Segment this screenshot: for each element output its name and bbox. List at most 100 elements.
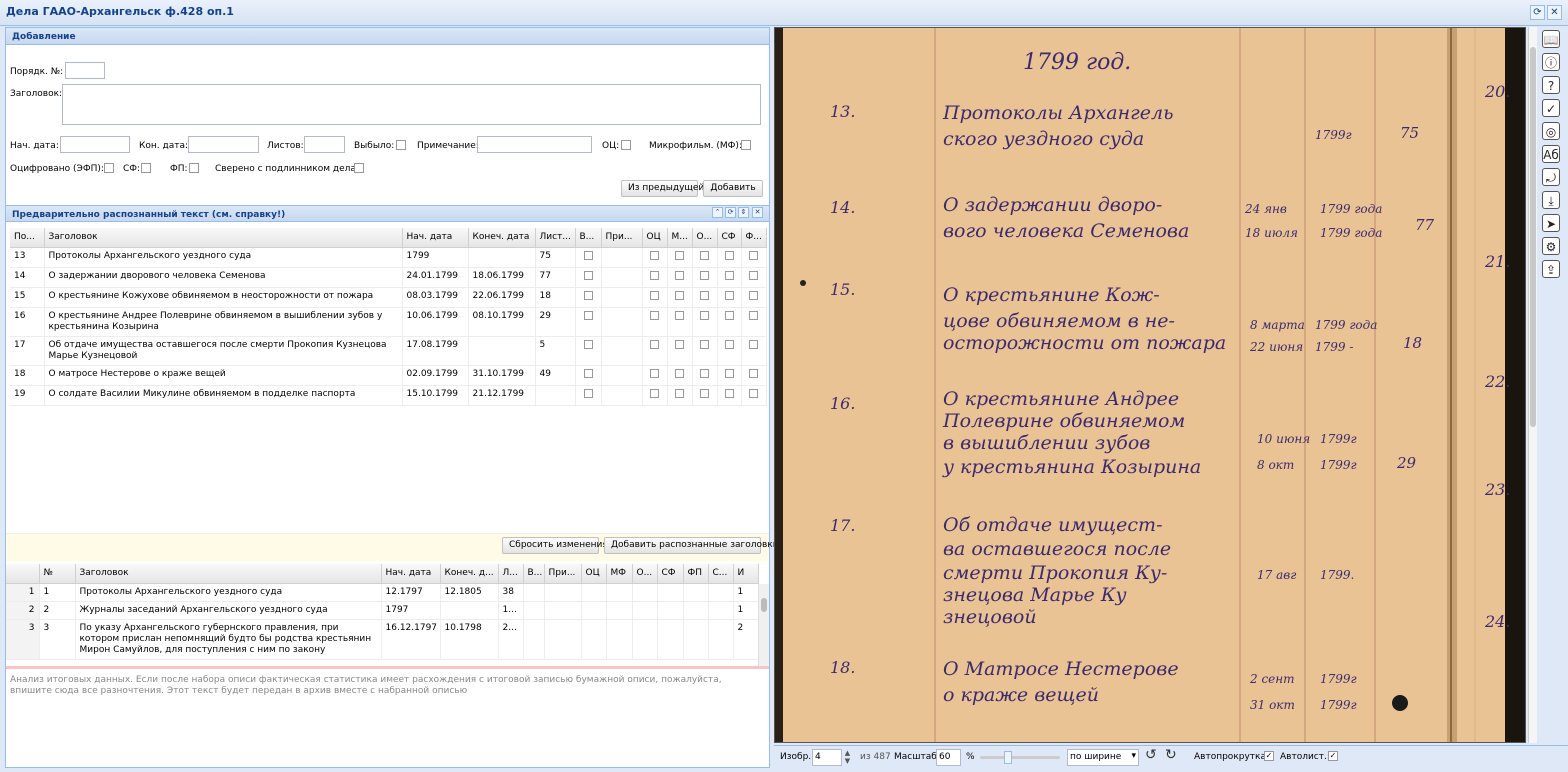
recognized-cell-number[interactable]: 15 — [10, 287, 45, 308]
row-checkbox[interactable] — [700, 368, 709, 378]
saved-row[interactable]: 3 3 По указу Архангельского губернского пр… — [6, 619, 759, 660]
rotate-icon[interactable]: ⤾ — [1542, 168, 1560, 186]
oc-checkbox[interactable] — [621, 140, 631, 150]
recognized-cell-end-date[interactable]: 08.10.1799 — [468, 307, 536, 337]
autoscroll-checkbox[interactable]: ✓ — [1264, 751, 1274, 761]
saved-col-header[interactable]: СФ — [657, 564, 684, 584]
order-input[interactable] — [65, 62, 105, 79]
row-checkbox[interactable] — [650, 339, 659, 349]
row-checkbox[interactable] — [724, 310, 734, 320]
info-icon[interactable]: ⓘ — [1542, 53, 1560, 71]
recognized-cell-start-date[interactable]: 1799 — [402, 247, 469, 268]
recognized-cell-sheets[interactable]: 29 — [535, 307, 576, 337]
saved-col-header[interactable]: ОЦ — [581, 564, 607, 584]
row-checkbox[interactable] — [583, 270, 593, 280]
saved-cell-index[interactable]: 1 — [6, 583, 40, 602]
recognized-cell-end-date[interactable]: 18.06.1799 — [468, 267, 536, 288]
scale-slider-thumb[interactable] — [1004, 751, 1012, 764]
recognized-row[interactable]: 15 О крестьянине Кожухове обвиняемом в не… — [10, 287, 767, 308]
recognized-row[interactable]: 16 О крестьянине Андрее Полеврине обвиняе… — [10, 307, 767, 337]
recognized-cell-number[interactable]: 13 — [10, 247, 45, 268]
recognized-cell-title[interactable]: О солдате Василии Микулине обвиняемом в … — [44, 385, 403, 406]
recognized-cell-end-date[interactable] — [468, 336, 536, 366]
saved-cell-end-date[interactable]: 10.1798 — [440, 619, 499, 660]
recognized-cell-number[interactable]: 17 — [10, 336, 45, 366]
saved-cell-index[interactable]: 3 — [6, 619, 40, 660]
recognized-cell-start-date[interactable]: 08.03.1799 — [402, 287, 469, 308]
row-checkbox[interactable] — [650, 388, 659, 398]
rotate-left-icon[interactable]: ↺ — [1145, 747, 1157, 763]
scale-input[interactable]: 60 — [936, 749, 961, 766]
recognized-row[interactable]: 19 О солдате Василии Микулине обвиняемом … — [10, 385, 767, 406]
saved-cell-index[interactable]: 2 — [6, 601, 40, 620]
analysis-textarea[interactable]: Анализ итоговых данных. Если после набор… — [8, 673, 768, 765]
saved-cell-start-date[interactable]: 16.12.1797 — [381, 619, 441, 660]
recognized-cell-title[interactable]: Об отдаче имущества оставшегося после см… — [44, 336, 403, 366]
saved-cell-title[interactable]: Журналы заседаний Архангельского уездног… — [75, 601, 382, 620]
row-checkbox[interactable] — [700, 250, 709, 260]
saved-col-header[interactable]: МФ — [606, 564, 633, 584]
image-number-input[interactable]: 4 — [812, 749, 842, 766]
row-checkbox[interactable] — [749, 368, 758, 378]
saved-col-header[interactable]: ФП — [683, 564, 709, 584]
saved-col-header[interactable]: О... — [632, 564, 658, 584]
saved-col-header[interactable]: № — [39, 564, 76, 584]
recognized-cell-sheets[interactable]: 5 — [535, 336, 576, 366]
settings-icon[interactable]: ⚙ — [1542, 237, 1560, 255]
refresh-icon[interactable]: ⟳ — [1530, 5, 1545, 20]
row-checkbox[interactable] — [749, 339, 758, 349]
recognized-cell-number[interactable]: 16 — [10, 307, 45, 337]
recognized-cell-sheets[interactable] — [535, 385, 576, 406]
saved-cell-start-date[interactable]: 1797 — [381, 601, 441, 620]
saved-col-header[interactable]: Нач. дата — [381, 564, 441, 584]
row-checkbox[interactable] — [650, 270, 659, 280]
saved-cell-sheets[interactable]: 1... — [498, 601, 524, 620]
saved-cell-title[interactable]: По указу Архангельского губернского прав… — [75, 619, 382, 660]
recognized-row[interactable]: 17 Об отдаче имущества оставшегося после … — [10, 336, 767, 366]
saved-col-header[interactable]: И — [733, 564, 759, 584]
verified-checkbox[interactable] — [354, 163, 364, 173]
saved-cell-end-date[interactable]: 12.1805 — [440, 583, 499, 602]
recognized-col-header[interactable]: По... — [10, 228, 45, 248]
recognized-cell-title[interactable]: О крестьянине Андрее Полеврине обвиняемо… — [44, 307, 403, 337]
row-checkbox[interactable] — [700, 290, 709, 300]
row-checkbox[interactable] — [675, 290, 684, 300]
recognized-col-header[interactable]: СФ — [717, 228, 742, 248]
expand-icon[interactable]: ⇕ — [738, 207, 749, 218]
download-icon[interactable]: ⤓ — [1542, 191, 1560, 209]
row-checkbox[interactable] — [583, 388, 593, 398]
row-checkbox[interactable] — [583, 368, 593, 378]
recognized-row[interactable]: 14 О задержании дворового человека Семено… — [10, 267, 767, 288]
recognized-cell-end-date[interactable]: 22.06.1799 — [468, 287, 536, 308]
recognized-cell-number[interactable]: 18 — [10, 365, 45, 386]
image-scrollbar-thumb[interactable] — [1530, 47, 1536, 427]
recognized-row[interactable]: 13 Протоколы Архангельского уездного суда… — [10, 247, 767, 268]
collapse-up-icon[interactable]: ⌃ — [712, 207, 723, 218]
row-checkbox[interactable] — [583, 250, 593, 260]
check-circle-icon[interactable]: ✓ — [1542, 99, 1560, 117]
recognized-cell-title[interactable]: О крестьянине Кожухове обвиняемом в неос… — [44, 287, 403, 308]
recognized-cell-number[interactable]: 14 — [10, 267, 45, 288]
recognized-col-header[interactable]: При... — [601, 228, 643, 248]
recognized-col-header[interactable]: В... — [575, 228, 602, 248]
recognized-cell-title[interactable]: О матросе Нестерове о краже вещей — [44, 365, 403, 386]
sf-checkbox[interactable] — [141, 163, 151, 173]
sheets-input[interactable] — [304, 136, 345, 153]
row-checkbox[interactable] — [749, 250, 758, 260]
spellcheck-icon[interactable]: Аб — [1542, 145, 1560, 163]
saved-col-header[interactable]: При... — [544, 564, 582, 584]
scrollbar-thumb[interactable] — [761, 598, 767, 612]
autopage-checkbox[interactable]: ✓ — [1328, 751, 1338, 761]
saved-col-header[interactable]: Конеч. д... — [440, 564, 499, 584]
recognized-col-header[interactable]: Лист... — [535, 228, 576, 248]
row-checkbox[interactable] — [724, 388, 734, 398]
add-button[interactable]: Добавить — [703, 180, 763, 197]
add-recognized-button[interactable]: Добавить распознанные заголовки — [604, 537, 779, 554]
scale-slider[interactable] — [980, 751, 1060, 764]
row-checkbox[interactable] — [583, 339, 593, 349]
from-previous-button[interactable]: Из предыдущей — [621, 180, 704, 197]
refresh-small-icon[interactable]: ⟳ — [725, 207, 736, 218]
recognized-col-header[interactable]: Конеч. дата — [468, 228, 536, 248]
recognized-row[interactable]: 18 О матросе Нестерове о краже вещей 02.09… — [10, 365, 767, 386]
recognized-col-header[interactable]: Заголовок — [44, 228, 403, 248]
